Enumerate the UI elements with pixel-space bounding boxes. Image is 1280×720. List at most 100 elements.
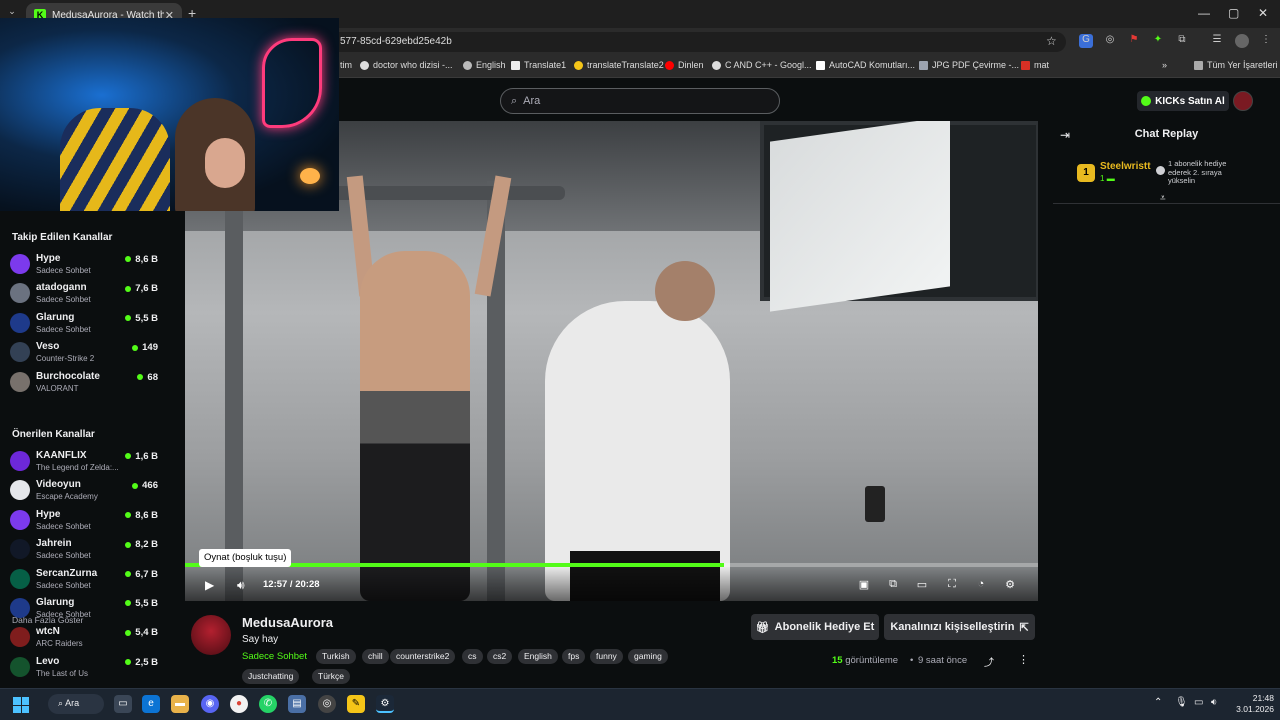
stream-tag[interactable]: Turkish [316, 649, 356, 664]
stream-category[interactable]: Sadece Sohbet [242, 651, 307, 662]
app-icon[interactable]: ▤ [288, 695, 306, 713]
channel-avatar [10, 371, 30, 392]
viewer-count: 7,6 B [125, 283, 158, 294]
bookmark-label: AutoCAD Komutları... [829, 60, 916, 70]
page-icon [816, 60, 825, 70]
extension-red-icon[interactable]: ⚑ [1127, 34, 1141, 48]
stream-tag[interactable]: funny [590, 649, 623, 664]
viewer-count: 5,5 B [125, 598, 158, 609]
channel-avatar [10, 254, 30, 274]
reading-list-icon[interactable]: ☰ [1210, 34, 1224, 48]
channel-category: Escape Academy [36, 492, 98, 502]
extension-icon[interactable]: ◎ [1103, 34, 1117, 48]
chrome-icon[interactable]: ● [230, 695, 248, 713]
volume-icon[interactable]: 🔉︎ [1211, 697, 1217, 708]
settings-gear-icon[interactable]: ⚙ [1003, 578, 1017, 592]
stream-tag[interactable]: gaming [628, 649, 668, 664]
file-explorer-icon[interactable]: ▬ [171, 695, 189, 713]
extension-green-icon[interactable]: ✦ [1151, 34, 1165, 48]
bookmark-item[interactable]: Dinlen [665, 60, 704, 70]
stream-tag[interactable]: English [518, 649, 558, 664]
obs-icon[interactable]: ◎ [318, 695, 336, 713]
sidebar-channel-hype[interactable]: Hype Sadece Sohbet 8,6 B [10, 251, 180, 279]
whatsapp-icon[interactable]: ✆ [259, 695, 277, 713]
bookmark-item[interactable]: English [463, 60, 506, 70]
sidebar-channel-videoyun[interactable]: Videoyun Escape Academy 466 [10, 477, 180, 505]
play-button[interactable]: ▶ [205, 578, 219, 592]
sidebar-channel-burchocolate[interactable]: Burchocolate VALORANT 68 [10, 369, 180, 397]
sidebar-channel-sercanzurna[interactable]: SercanZurna Sadece Sohbet 6,7 B [10, 566, 180, 594]
taskbar-clock[interactable]: 21:48 3.01.2026 [1230, 693, 1274, 715]
sidebar-channel-kaanflix[interactable]: KAANFLIX The Legend of Zelda:... 1,6 B [10, 448, 180, 476]
followed-channels-title: Takip Edilen Kanallar [12, 232, 113, 243]
sidebar-channel-wtcn[interactable]: wtcN ARC Raiders 5,4 B [10, 624, 180, 652]
customize-channel-button[interactable]: Kanalınızı kişiselleştirin ⇱ [884, 614, 1035, 640]
bookmark-item[interactable]: tim [340, 60, 352, 70]
video-frame [655, 261, 715, 321]
more-options-icon[interactable]: ⋮ [1018, 653, 1029, 666]
google-icon [712, 60, 721, 70]
channel-avatar [10, 312, 30, 333]
share-icon[interactable]: ⤴ [984, 654, 994, 669]
address-bar[interactable]: 577-85cd-629ebd25e42b [260, 32, 1066, 52]
translate-extension-icon[interactable]: G [1079, 34, 1093, 48]
bookmark-item[interactable]: mat [1021, 60, 1049, 70]
bookmark-item[interactable]: Translate1 [511, 60, 566, 70]
extensions-puzzle-icon[interactable]: ⧉ [1175, 34, 1189, 48]
stream-tag[interactable]: Türkçe [312, 669, 350, 684]
stream-tag[interactable]: Justchatting [242, 669, 300, 684]
fullscreen-icon[interactable]: ⛶ [945, 578, 959, 592]
view-count-label: görüntüleme [845, 655, 899, 666]
bookmark-item[interactable]: C AND C++ - Googl... [712, 60, 812, 70]
playback-speed-icon[interactable]: ◔ [974, 578, 988, 592]
clip-icon[interactable]: ⧉ [886, 578, 900, 592]
microphone-icon[interactable]: 🎙︎ [1175, 697, 1188, 708]
stream-tag[interactable]: chill [362, 649, 389, 664]
sidebar-channel-glarung[interactable]: Glarung Sadece Sohbet 5,5 B [10, 310, 180, 338]
maximize-icon[interactable]: ▢ [1228, 6, 1239, 20]
gift-leader-name[interactable]: Steelwristt [1100, 161, 1151, 172]
profile-avatar[interactable] [1235, 34, 1249, 48]
sidebar-channel-hype[interactable]: Hype Sadece Sohbet 8,6 B [10, 507, 180, 535]
sidebar-channel-levo[interactable]: Levo The Last of Us 2,5 B [10, 654, 180, 682]
gift-subscription-button[interactable]: 🎁︎ Abonelik Hediye Et [751, 614, 879, 640]
minimize-icon[interactable]: — [1198, 6, 1210, 20]
taskbar-search[interactable]: ⌕ Ara [48, 694, 104, 714]
task-view-icon[interactable]: ▭ [114, 695, 132, 713]
volume-icon[interactable]: 🔊︎ [237, 578, 245, 593]
app-icon[interactable]: ✎ [347, 695, 365, 713]
bookmark-item[interactable]: AutoCAD Komutları... [816, 60, 915, 70]
sidebar-channel-veso[interactable]: Veso Counter-Strike 2 149 [10, 339, 180, 367]
user-avatar[interactable] [1233, 91, 1253, 111]
browser-menu-icon[interactable]: ⋮ [1259, 34, 1273, 48]
channel-avatar[interactable] [191, 615, 231, 655]
stream-tag[interactable]: counterstrike2 [390, 649, 456, 664]
webcam-frame [205, 138, 245, 188]
bookmark-item[interactable]: JPG PDF Çevirme -... [919, 60, 1019, 70]
discord-icon[interactable]: ◉ [201, 695, 219, 713]
bookmarks-overflow-icon[interactable]: » [1162, 60, 1167, 70]
theater-mode-icon[interactable]: ▭ [915, 578, 929, 592]
bookmark-item[interactable]: translateTranslate2 [574, 60, 664, 70]
bookmark-item[interactable]: doctor who dizisi -... [360, 60, 453, 70]
buy-kicks-button[interactable]: KICKs Satın Al [1137, 91, 1229, 111]
windows-start-icon[interactable] [13, 697, 29, 713]
bookmark-item[interactable]: Tüm Yer İşaretleri [1194, 60, 1278, 70]
kicks-icon [1141, 96, 1152, 106]
sidebar-channel-glarung[interactable]: Glarung Sadece Sohbet 5,5 B [10, 595, 180, 623]
steam-icon[interactable]: ⚙ [376, 695, 394, 713]
edge-icon[interactable]: e [142, 695, 160, 713]
stream-tag[interactable]: cs [462, 649, 483, 664]
tray-chevron-icon[interactable]: ⌃ [1154, 697, 1162, 708]
sidebar-channel-jahrein[interactable]: Jahrein Sadece Sohbet 8,2 B [10, 536, 180, 564]
display-icon[interactable]: ▭ [1194, 697, 1203, 708]
channel-name: Hype [36, 508, 61, 520]
bookmark-star-icon[interactable]: ☆ [1046, 34, 1057, 48]
miniplayer-icon[interactable]: ▣ [857, 578, 871, 592]
channel-name[interactable]: MedusaAurora [242, 615, 333, 630]
stream-tag[interactable]: fps [562, 649, 586, 664]
close-window-icon[interactable]: ✕ [1258, 6, 1268, 20]
search-input[interactable]: ⌕ Ara [500, 88, 780, 114]
stream-tag[interactable]: cs2 [487, 649, 513, 664]
sidebar-channel-atadogann[interactable]: atadogann Sadece Sohbet 7,6 B [10, 280, 180, 308]
